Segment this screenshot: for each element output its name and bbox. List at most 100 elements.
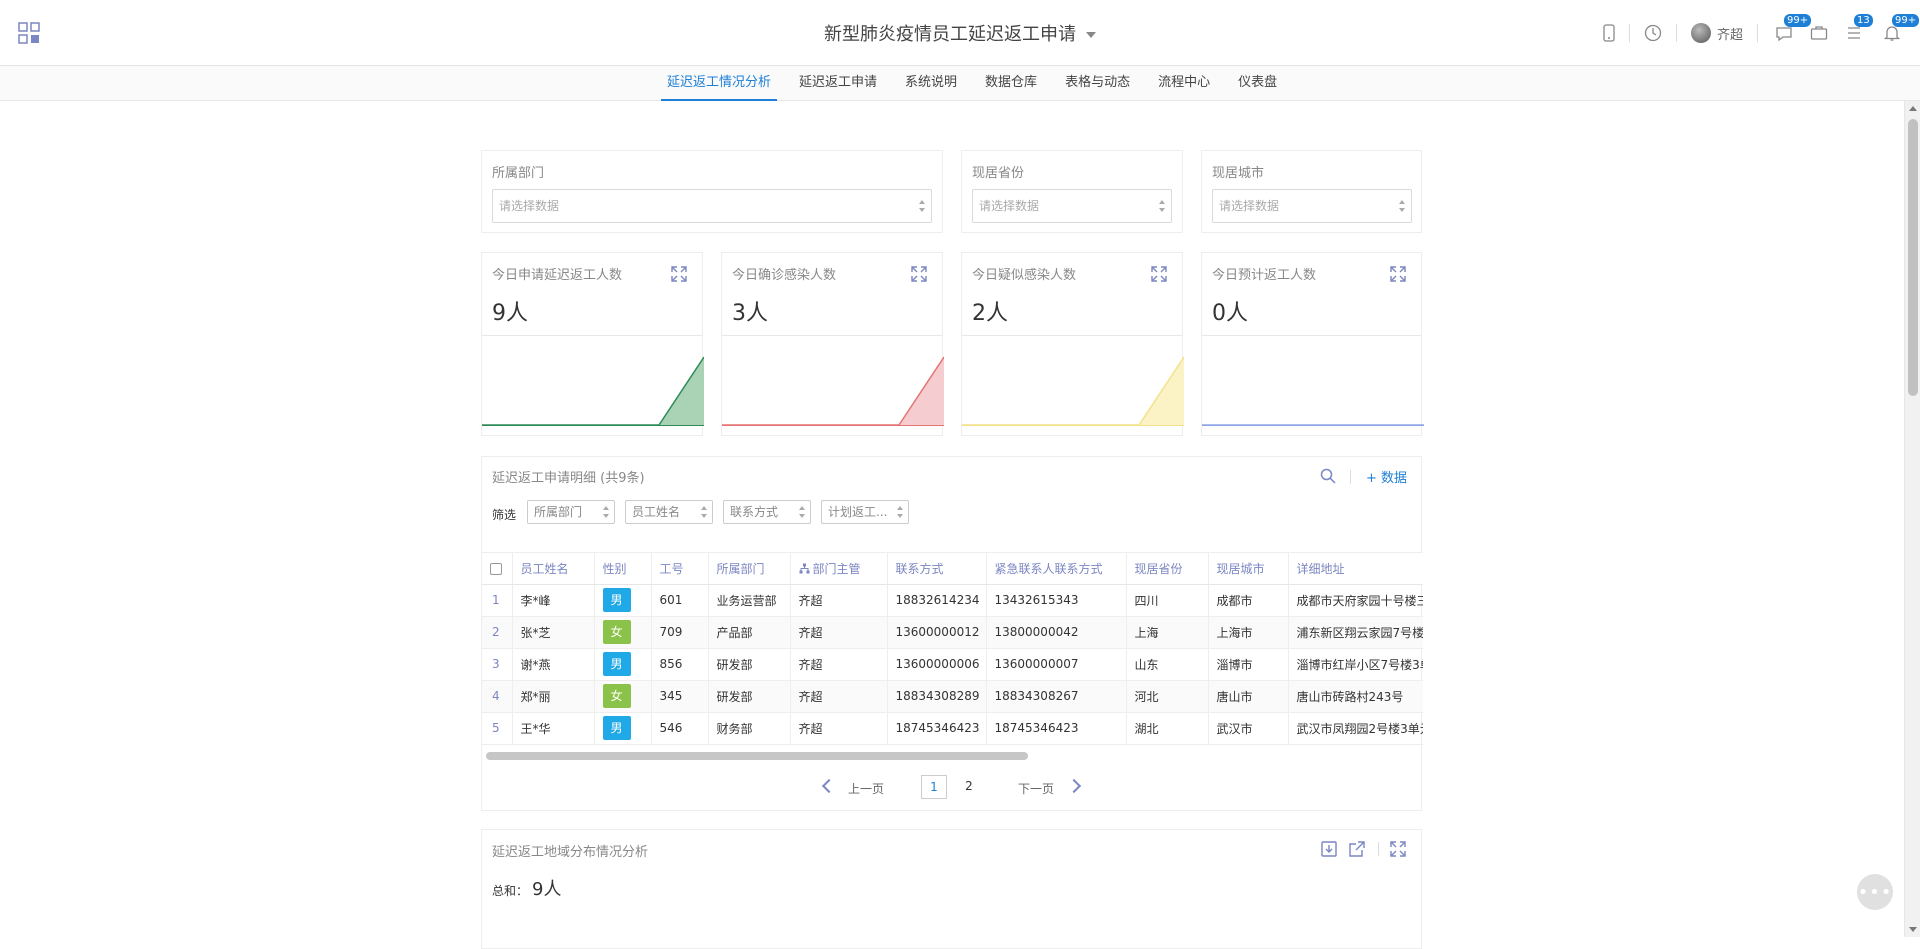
cell-address: 唐山市砖路村243号 [1288, 680, 1423, 713]
city-select[interactable]: 请选择数据 [1212, 189, 1412, 223]
table-row[interactable]: 4 郑*丽女 345 研发部 齐超 18834308289 18834308267 河北 唐山市… [482, 680, 1423, 713]
column-header[interactable]: 现居省份 [1126, 553, 1209, 585]
filter-chip[interactable]: 联系方式 [723, 500, 811, 524]
kpi-sparkline [1202, 424, 1424, 426]
scrollbar-thumb[interactable] [486, 752, 1028, 760]
expand-icon[interactable] [910, 265, 928, 283]
divider [482, 335, 702, 336]
divider [1675, 24, 1677, 42]
cell-dept: 业务运营部 [708, 584, 791, 617]
scroll-down-icon[interactable] [1909, 927, 1917, 932]
gender-tag: 男 [602, 652, 631, 676]
chevron-left-icon[interactable] [821, 778, 837, 794]
more-icon[interactable]: ••• [1857, 874, 1893, 910]
search-icon[interactable] [1319, 467, 1337, 485]
tab-1[interactable]: 延迟返工申请 [793, 66, 883, 101]
table-row[interactable]: 5 王*华男 546 财务部 齐超 18745346423 18745346423 湖北 武汉市… [482, 712, 1423, 745]
department-select-placeholder: 请选择数据 [499, 199, 560, 213]
kpi-title: 今日预计返工人数 [1212, 268, 1317, 283]
vertical-scrollbar[interactable] [1904, 101, 1920, 937]
divider [1628, 24, 1630, 42]
add-data-button[interactable]: + 数据 [1366, 467, 1407, 486]
cell-emergency: 13600000007 [986, 648, 1127, 681]
history-icon[interactable] [1644, 18, 1662, 48]
column-header[interactable]: 所属部门 [708, 553, 791, 585]
tasks-badge: 13 [1854, 14, 1873, 27]
table-row[interactable]: 1 李*峰男 601 业务运营部 齐超 18832614234 13432615343 四川成… [482, 584, 1423, 617]
gender-cell: 女 [594, 680, 652, 713]
cell-dept: 产品部 [708, 616, 791, 649]
column-header[interactable]: 部门主管 [790, 553, 888, 585]
tab-4[interactable]: 表格与动态 [1059, 66, 1136, 101]
filter-chip-label: 联系方式 [730, 505, 779, 519]
expand-icon[interactable] [1389, 265, 1407, 283]
kpi-card: 今日预计返工人数 0人 [1201, 252, 1424, 436]
table-row[interactable]: 2 张*芝女 709 产品部 齐超 13600000012 13800000042 上海 上海市… [482, 616, 1423, 649]
tasks-button[interactable]: 13 [1842, 14, 1873, 48]
kpi-value: 2人 [972, 301, 1008, 326]
column-header-label: 性别 [602, 561, 627, 576]
filter-chip[interactable]: 所属部门 [527, 500, 615, 524]
cell-emergency: 13432615343 [986, 584, 1127, 617]
tab-5[interactable]: 流程中心 [1152, 66, 1216, 101]
tab-0[interactable]: 延迟返工情况分析 [661, 66, 778, 101]
chevron-right-icon[interactable] [1066, 778, 1082, 794]
tab-2[interactable]: 系统说明 [899, 66, 963, 101]
divider [1202, 335, 1421, 336]
scrollbar-thumb[interactable] [1908, 119, 1918, 396]
department-filter-label: 所属部门 [492, 166, 545, 181]
column-header[interactable]: 工号 [651, 553, 709, 585]
column-header-label: 紧急联系人联系方式 [994, 561, 1103, 576]
cell-name: 王*华 [512, 712, 595, 745]
tab-6[interactable]: 仪表盘 [1232, 66, 1283, 101]
detail-title: 延迟返工申请明细 (共9条) [492, 471, 645, 486]
filter-chip-label: 计划返工... [828, 505, 888, 519]
column-header[interactable]: 现居城市 [1208, 553, 1289, 585]
select-all-checkbox[interactable] [490, 562, 502, 575]
province-select[interactable]: 请选择数据 [972, 189, 1172, 223]
expand-icon[interactable] [1389, 840, 1407, 858]
messages-button[interactable]: 99+ [1772, 14, 1812, 48]
export-icon[interactable] [1320, 840, 1338, 858]
cell-dept: 财务部 [708, 712, 791, 745]
briefcase-icon[interactable] [1810, 18, 1828, 48]
user-menu[interactable]: 齐超 [1690, 18, 1743, 48]
tab-3[interactable]: 数据仓库 [979, 66, 1043, 101]
column-header[interactable]: 性别 [594, 553, 652, 585]
cell-phone: 18745346423 [887, 712, 987, 745]
city-filter-label: 现居城市 [1212, 166, 1265, 181]
expand-icon[interactable] [1150, 265, 1168, 283]
kpi-title: 今日确诊感染人数 [732, 268, 837, 283]
share-icon[interactable] [1348, 840, 1366, 858]
select-arrows-icon [799, 506, 805, 518]
cell-id: 345 [651, 680, 709, 713]
kpi-card: 今日确诊感染人数 3人 [721, 252, 944, 436]
select-all-cell [482, 553, 513, 585]
expand-icon[interactable] [670, 265, 688, 283]
filter-chip-label: 员工姓名 [632, 505, 681, 519]
province-select-placeholder: 请选择数据 [979, 199, 1040, 213]
scroll-up-icon[interactable] [1909, 106, 1917, 111]
department-select[interactable]: 请选择数据 [492, 189, 932, 223]
column-header[interactable]: 详细地址 [1288, 553, 1423, 585]
cell-province: 山东 [1126, 648, 1209, 681]
page-2-button[interactable]: 2 [956, 775, 982, 799]
mobile-icon[interactable] [1603, 18, 1615, 48]
filter-chip[interactable]: 计划返工... [821, 500, 909, 524]
row-number: 1 [482, 584, 513, 617]
next-page-button[interactable]: 下一页 [1018, 780, 1054, 797]
notifications-button[interactable]: 99+ [1880, 14, 1920, 48]
page-1-button[interactable]: 1 [921, 775, 947, 799]
cell-province: 四川 [1126, 584, 1209, 617]
table-row[interactable]: 3 谢*燕男 856 研发部 齐超 13600000006 13600000007 山东 淄博市… [482, 648, 1423, 681]
cell-dept: 研发部 [708, 648, 791, 681]
cell-emergency: 18745346423 [986, 712, 1127, 745]
filter-chip[interactable]: 员工姓名 [625, 500, 713, 524]
horizontal-scrollbar[interactable] [486, 752, 1423, 760]
prev-page-button[interactable]: 上一页 [848, 780, 884, 797]
cell-city: 淄博市 [1208, 648, 1289, 681]
geo-sum: 总和： 9人 [492, 875, 561, 901]
column-header[interactable]: 联系方式 [887, 553, 987, 585]
column-header[interactable]: 员工姓名 [512, 553, 595, 585]
column-header[interactable]: 紧急联系人联系方式 [986, 553, 1127, 585]
